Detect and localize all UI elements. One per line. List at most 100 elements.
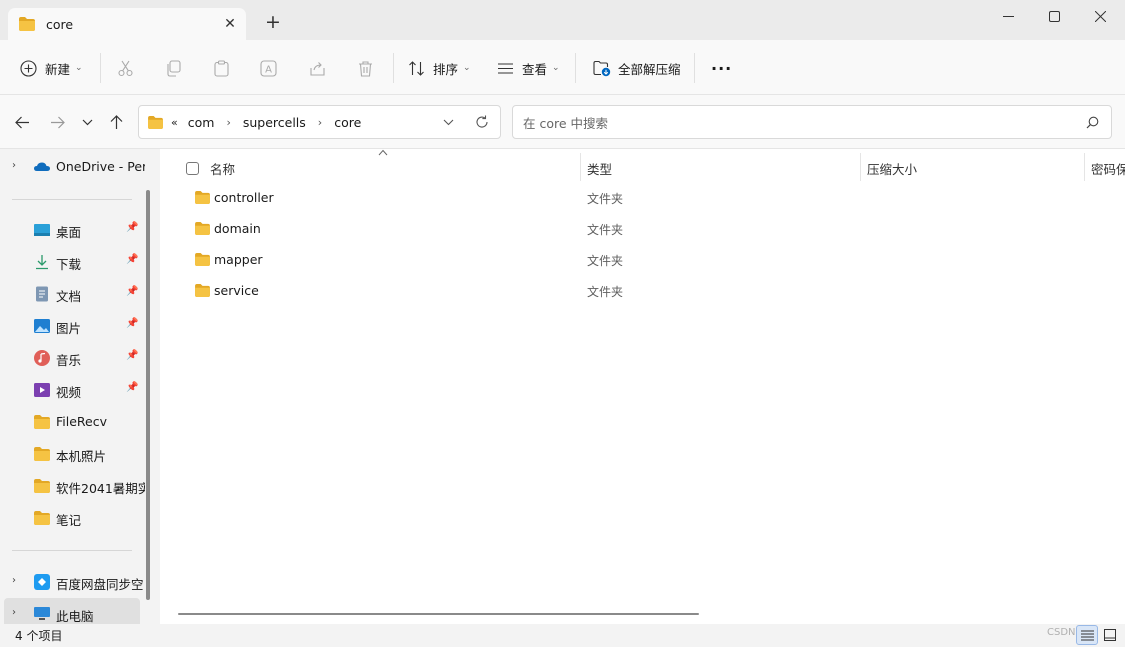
sort-button[interactable]: 排序 ⌄ [408,53,471,83]
sidebar-item-10[interactable]: 笔记 [0,502,145,534]
folder-icon [34,479,50,493]
file-name: domain [214,221,261,236]
more-options-button[interactable]: ··· [711,53,732,83]
minimize-button[interactable] [985,0,1031,32]
pin-icon[interactable]: 📌 [126,286,138,297]
download-icon [36,255,48,270]
recent-locations-button[interactable] [74,107,100,137]
sidebar-item-7[interactable]: FileRecv [0,406,145,438]
sidebar-item-label: 图片 [56,321,82,336]
tab-core[interactable]: core ✕ [8,8,246,40]
view-button[interactable]: 查看 ⌄ [497,53,560,83]
toolbar-divider [694,53,695,83]
list-view-icon [498,62,513,74]
pin-icon[interactable]: 📌 [126,222,138,233]
toolbar-divider [393,53,394,83]
sidebar-scrollbar[interactable] [146,190,150,600]
table-row[interactable]: service 文件夹 [192,275,652,306]
details-view-button[interactable] [1076,625,1098,645]
column-header-name[interactable]: 名称 [210,153,235,183]
column-divider[interactable] [1084,153,1085,181]
search-icon[interactable] [1086,116,1099,129]
arrow-up-icon [110,114,122,129]
tiles-view-icon [1104,629,1116,641]
folder-icon [34,415,50,429]
checkbox[interactable] [186,161,199,175]
column-divider[interactable] [580,153,581,181]
chevron-down-icon[interactable] [443,119,454,126]
horizontal-scrollbar[interactable] [178,613,699,615]
pictures-icon [34,319,50,333]
refresh-icon[interactable] [475,115,489,129]
sidebar-item-9[interactable]: 软件2041暑期实 [0,470,145,502]
sidebar-item-3[interactable]: 文档 📌 [0,278,145,310]
pin-icon[interactable]: 📌 [126,254,138,265]
pin-icon[interactable]: 📌 [126,382,138,393]
sort-ascending-icon [378,149,388,156]
file-type: 文件夹 [587,223,624,237]
overflow-crumb[interactable]: « [171,116,178,129]
item-count: 4 个项目 [15,629,63,643]
column-header-password[interactable]: 密码保 [1091,153,1125,183]
sidebar-item-label: FileRecv [56,414,108,429]
file-type: 文件夹 [587,192,624,206]
maximize-button[interactable] [1031,0,1077,32]
forward-button[interactable] [44,107,70,137]
svg-text:A: A [265,64,272,75]
chevron-right-icon[interactable]: › [12,575,16,586]
crumb-supercells[interactable]: supercells [243,115,306,130]
sidebar-item-onedrive[interactable]: › OneDrive - Per [0,151,145,183]
close-window-button[interactable] [1077,0,1123,32]
up-button[interactable] [103,107,129,137]
tiles-view-button[interactable] [1099,625,1121,645]
column-header-compressed-size[interactable]: 压缩大小 [867,153,917,183]
rename-button[interactable]: A [260,53,277,83]
paste-button[interactable] [213,53,230,83]
crumb-core[interactable]: core [334,115,361,130]
new-button[interactable]: 新建 ⌄ [20,53,83,83]
share-button[interactable] [309,53,326,83]
desktop-icon [34,224,50,236]
baidu-netdisk-icon [34,574,50,590]
sidebar-item-2[interactable]: 下载 📌 [0,246,145,278]
sidebar-item-5[interactable]: 音乐 📌 [0,342,145,374]
sidebar-item-1[interactable]: 桌面 📌 [0,214,145,246]
sidebar-item-this-pc[interactable]: › 此电脑 [4,598,140,624]
sidebar-item-8[interactable]: 本机照片 [0,438,145,470]
pin-icon[interactable]: 📌 [126,318,138,329]
arrow-right-icon [50,116,65,128]
sidebar-item-6[interactable]: 视频 📌 [0,374,145,406]
chevron-right-icon[interactable]: › [12,160,16,171]
folder-icon [195,253,210,266]
title-bar: core ✕ + [0,0,1125,40]
close-tab-button[interactable]: ✕ [221,15,239,33]
table-row[interactable]: controller 文件夹 [192,182,652,213]
extract-all-button[interactable]: 全部解压缩 [593,53,681,83]
back-button[interactable] [9,107,35,137]
sidebar-item-4[interactable]: 图片 📌 [0,310,145,342]
sidebar-item-baidu-sync[interactable]: › 百度网盘同步空 [0,566,145,598]
close-icon [1094,10,1106,22]
delete-button[interactable] [357,53,374,83]
address-bar[interactable]: « com › supercells › core [138,105,501,139]
column-header-type[interactable]: 类型 [587,153,612,183]
crumb-com[interactable]: com [188,115,215,130]
sidebar-item-label: 软件2041暑期实 [56,481,145,496]
sidebar-item-label: 百度网盘同步空 [56,577,144,592]
pin-icon[interactable]: 📌 [126,350,138,361]
new-tab-button[interactable]: + [262,12,284,34]
chevron-right-icon[interactable]: › [12,607,16,618]
sidebar-item-label: 本机照片 [56,449,107,464]
cut-button[interactable] [117,53,134,83]
file-list: 名称 类型 压缩大小 密码保 controller 文件夹 domain 文件夹 map… [160,149,1125,624]
folder-icon [148,115,163,129]
new-label: 新建 [45,61,71,77]
sidebar-item-label: 音乐 [56,353,82,368]
column-divider[interactable] [860,153,861,181]
copy-button[interactable] [165,53,182,83]
search-input[interactable]: 在 core 中搜索 [512,105,1112,139]
select-all-checkbox[interactable] [186,153,199,183]
chevron-down-icon: ⌄ [75,63,83,73]
table-row[interactable]: mapper 文件夹 [192,244,652,275]
table-row[interactable]: domain 文件夹 [192,213,652,244]
